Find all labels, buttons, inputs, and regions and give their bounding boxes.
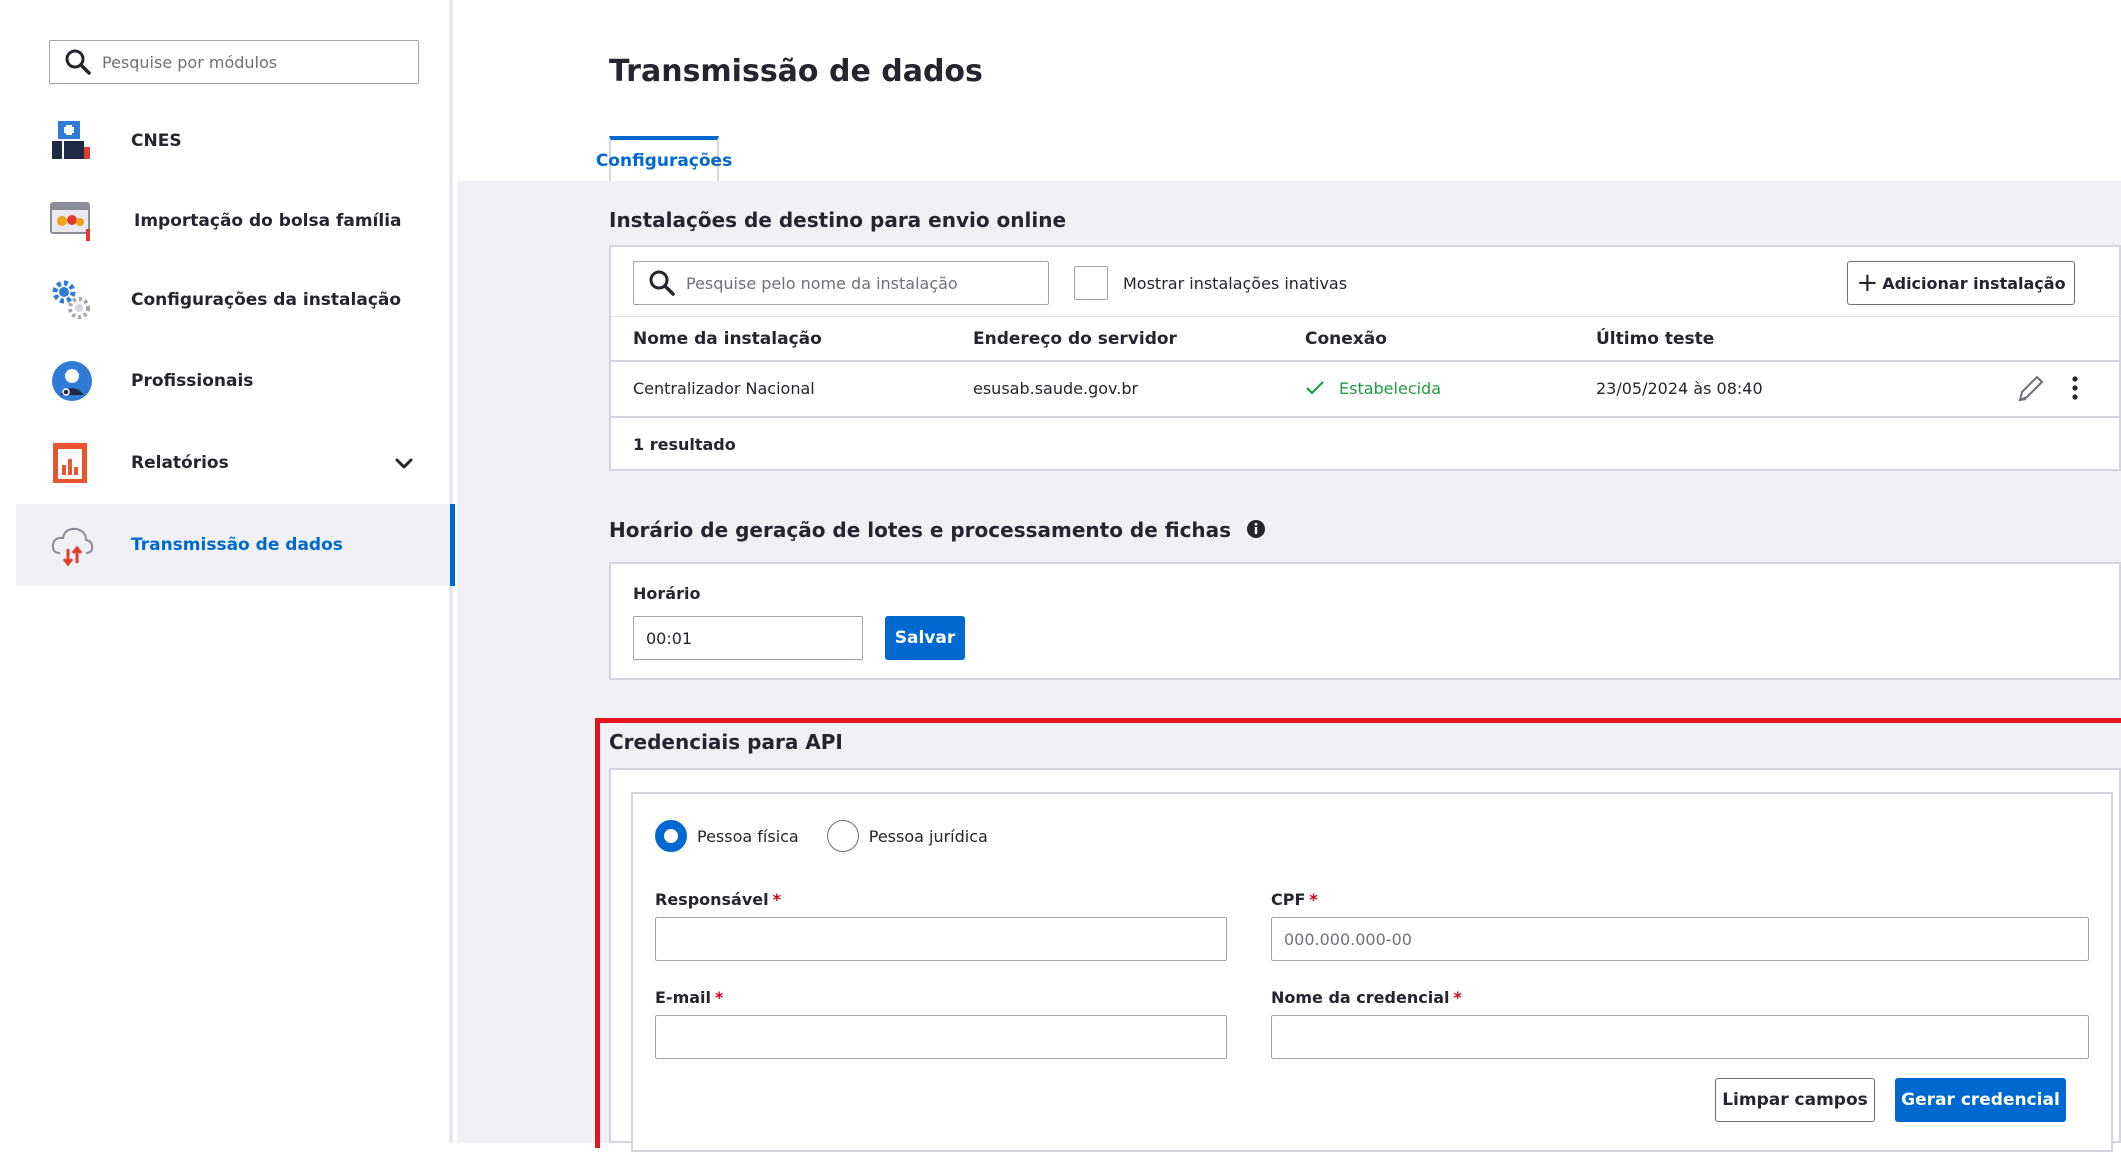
show-inactive-checkbox[interactable]	[1074, 266, 1108, 300]
show-inactive-label: Mostrar instalações inativas	[1123, 273, 1348, 293]
module-search-input[interactable]	[102, 52, 402, 72]
sidebar-item-config[interactable]: Configurações da instalação	[16, 259, 452, 341]
add-installation-label: Adicionar instalação	[1882, 273, 2066, 293]
module-search[interactable]	[49, 40, 419, 84]
bolsa-familia-icon	[50, 199, 94, 243]
column-header[interactable]: Conexão	[1305, 329, 1387, 349]
sidebar: CNES Importação do bolsa família Configu…	[0, 0, 455, 1143]
server-address: esusab.saude.gov.br	[973, 379, 1139, 398]
required-marker: *	[1309, 890, 1318, 909]
connection-status-label: Estabelecida	[1339, 379, 1442, 398]
sidebar-item-label: Transmissão de dados	[131, 535, 343, 555]
generate-credential-button[interactable]: Gerar credencial	[1895, 1078, 2066, 1122]
cnes-icon	[50, 119, 94, 163]
search-icon	[64, 48, 92, 76]
last-test: 23/05/2024 às 08:40	[1596, 379, 1763, 398]
sidebar-item-label: Relatórios	[131, 453, 229, 473]
sidebar-item-label: Importação do bolsa família	[134, 211, 402, 231]
table-row: Centralizador Nacional esusab.saude.gov.…	[611, 362, 2121, 418]
cpf-input[interactable]	[1271, 917, 2089, 961]
required-marker: *	[772, 890, 781, 909]
destinations-title: Instalações de destino para envio online	[609, 208, 1067, 232]
credentials-title: Credenciais para API	[609, 730, 843, 754]
credentials-card: Pessoa física Pessoa jurídica Responsáve…	[609, 768, 2121, 1152]
more-options-icon[interactable]	[2067, 374, 2083, 408]
sidebar-item-bolsa-familia[interactable]: Importação do bolsa família	[16, 180, 452, 262]
schedule-card: Horário Salvar	[609, 562, 2121, 680]
add-installation-button[interactable]: + Adicionar instalação	[1847, 261, 2075, 305]
email-input[interactable]	[655, 1015, 1227, 1059]
search-icon	[648, 269, 676, 297]
schedule-time-input[interactable]	[633, 616, 863, 660]
info-icon[interactable]	[1246, 519, 1266, 539]
person-type-radio-group: Pessoa física Pessoa jurídica	[655, 820, 1016, 852]
cloud-transfer-icon	[50, 523, 94, 567]
email-label-text: E-mail	[655, 988, 712, 1007]
chevron-down-icon[interactable]	[392, 451, 416, 475]
radio-pessoa-fisica[interactable]	[655, 820, 687, 852]
sidebar-item-professionals[interactable]: Profissionais	[16, 340, 452, 422]
sidebar-item-label: Configurações da instalação	[131, 290, 402, 310]
report-icon	[50, 441, 94, 485]
check-icon	[1306, 381, 1324, 395]
sidebar-item-label: CNES	[131, 131, 182, 151]
credential-name-label-text: Nome da credencial	[1271, 988, 1450, 1007]
clear-fields-button[interactable]: Limpar campos	[1715, 1078, 1875, 1122]
schedule-field-label: Horário	[633, 584, 701, 603]
show-inactive-toggle[interactable]: Mostrar instalações inativas	[1074, 266, 1347, 300]
required-marker: *	[1453, 988, 1462, 1007]
tab-configuracoes[interactable]: Configurações	[596, 136, 732, 181]
radio-pessoa-juridica[interactable]	[826, 820, 859, 852]
installation-search[interactable]	[633, 261, 1049, 305]
cpf-label: CPF *	[1271, 890, 1318, 909]
main-content: Transmissão de dados Configurações Insta…	[457, 0, 2121, 1152]
installation-search-input[interactable]	[686, 273, 986, 293]
column-header[interactable]: Último teste	[1596, 329, 1714, 349]
sidebar-item-reports[interactable]: Relatórios	[16, 422, 452, 504]
plus-icon: +	[1856, 268, 1879, 298]
credentials-form: Pessoa física Pessoa jurídica Responsáve…	[631, 792, 2113, 1152]
table-header: Nome da instalação Endereço do servidor …	[611, 316, 2121, 362]
page-title: Transmissão de dados	[609, 54, 983, 89]
schedule-title: Horário de geração de lotes e processame…	[609, 518, 1266, 542]
radio-label: Pessoa jurídica	[868, 826, 988, 846]
column-header[interactable]: Endereço do servidor	[973, 329, 1177, 349]
save-button[interactable]: Salvar	[885, 616, 965, 660]
sidebar-item-cnes[interactable]: CNES	[16, 100, 452, 182]
professional-icon	[50, 359, 94, 403]
schedule-title-text: Horário de geração de lotes e processame…	[609, 518, 1232, 542]
credential-name-label: Nome da credencial *	[1271, 988, 1462, 1007]
required-marker: *	[715, 988, 724, 1007]
credential-name-input[interactable]	[1271, 1015, 2089, 1059]
connection-status: Estabelecida	[1305, 379, 1441, 398]
column-header[interactable]: Nome da instalação	[633, 329, 822, 349]
email-label: E-mail *	[655, 988, 723, 1007]
sidebar-item-data-transmission[interactable]: Transmissão de dados	[16, 504, 455, 586]
responsavel-label: Responsável *	[655, 890, 781, 909]
destinations-table-card: Mostrar instalações inativas + Adicionar…	[609, 245, 2121, 471]
edit-pencil-icon[interactable]	[2014, 372, 2044, 410]
sidebar-item-label: Profissionais	[131, 371, 254, 391]
tab-label: Configurações	[595, 150, 733, 171]
radio-label: Pessoa física	[697, 826, 799, 846]
page-header: Transmissão de dados Configurações	[457, 0, 2121, 181]
result-count: 1 resultado	[633, 435, 736, 454]
installation-name: Centralizador Nacional	[633, 379, 815, 398]
responsavel-label-text: Responsável	[655, 890, 769, 909]
cpf-label-text: CPF	[1271, 890, 1306, 909]
responsavel-input[interactable]	[655, 917, 1227, 961]
gears-icon	[50, 278, 94, 322]
